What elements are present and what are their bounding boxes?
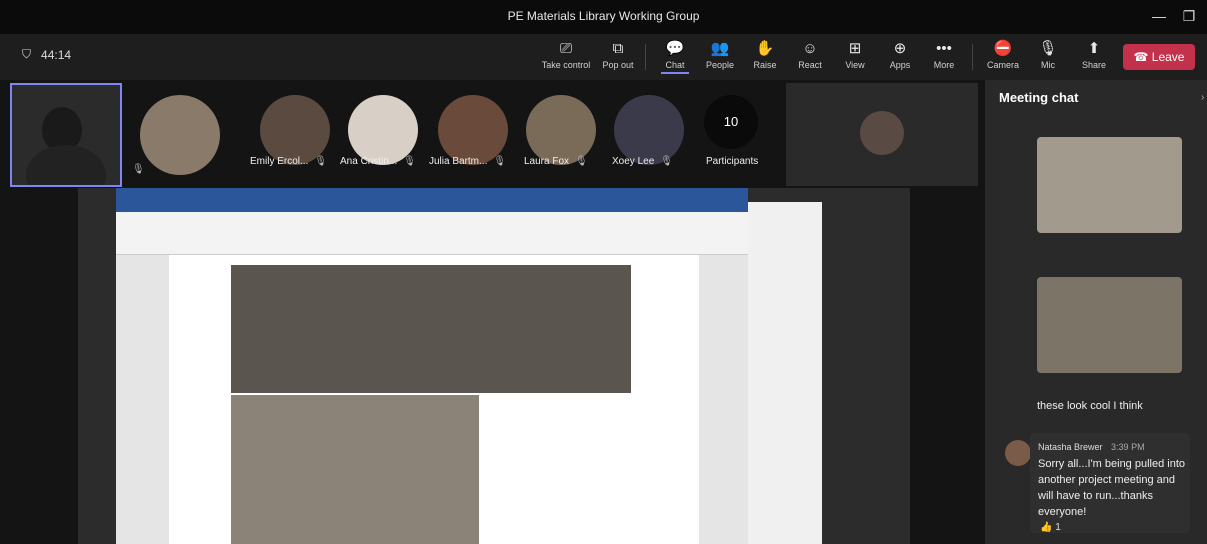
mic-off-icon: 🎙: [132, 164, 145, 175]
self-video-tile[interactable]: [10, 83, 122, 187]
mic-off-icon: 🎙: [403, 156, 416, 167]
chat-icon: 💬: [665, 40, 685, 57]
maximize-icon[interactable]: ❐: [1176, 4, 1202, 28]
hand-icon: ✋: [755, 40, 775, 57]
pop-out-button[interactable]: ⧉ Pop out: [596, 38, 640, 70]
meeting-toolbar: ⛉ 44:14 ⎚ Take control ⧉ Pop out 💬 Chat 👥 Pe…: [0, 34, 1207, 80]
chat-message: these look cool I think: [1037, 400, 1143, 412]
document-image: [231, 395, 479, 544]
take-control-button[interactable]: ⎚ Take control: [542, 38, 591, 70]
mic-off-icon: 🎙: [1038, 40, 1058, 57]
meeting-title: PE Materials Library Working Group: [507, 9, 700, 23]
chat-image[interactable]: [1037, 137, 1182, 233]
chat-image[interactable]: [1037, 277, 1182, 373]
participant-avatar[interactable]: [140, 95, 220, 175]
meeting-timer: ⛉ 44:14: [22, 47, 71, 62]
pop-out-icon: ⧉: [612, 40, 624, 57]
mic-off-icon: 🎙: [660, 156, 673, 167]
participant-avatar[interactable]: [348, 95, 418, 165]
chat-sender: Natasha Brewer 3:39 PM: [1038, 442, 1145, 452]
reaction-badge[interactable]: 👍 1: [1040, 522, 1061, 533]
participant-name: Xoey Lee 🎙: [612, 156, 673, 167]
mic-off-icon: 🎙: [575, 156, 588, 167]
minimize-icon[interactable]: —: [1146, 4, 1172, 28]
screen-icon: ⎚: [559, 40, 572, 57]
participants-label: Participants: [706, 156, 759, 167]
participant-avatar[interactable]: [526, 95, 596, 165]
title-bar: PE Materials Library Working Group — ❐: [0, 0, 1207, 34]
word-ribbon: [116, 212, 748, 255]
background-window: [748, 202, 822, 544]
participant-avatar[interactable]: [438, 95, 508, 165]
document-image: [231, 265, 631, 393]
more-button[interactable]: ••• More: [922, 38, 966, 70]
grid-icon: ⊞: [848, 40, 862, 57]
document-page: [169, 255, 699, 544]
participant-avatar[interactable]: [260, 95, 330, 165]
thumbs-up-icon: 👍: [1040, 522, 1053, 533]
phone-icon: ☎: [1133, 50, 1152, 64]
participant-name: Julia Bartm... 🎙: [429, 156, 507, 167]
participant-name: Emily Ercol... 🎙: [250, 156, 328, 167]
mic-off-icon: 🎙: [493, 156, 507, 167]
participant-name: Laura Fox 🎙: [524, 156, 588, 167]
message-time: 3:39 PM: [1111, 442, 1145, 452]
mic-off-icon: 🎙: [314, 156, 328, 167]
smiley-icon: ☺: [802, 40, 818, 57]
avatar: [1005, 440, 1031, 466]
participant-avatar[interactable]: [614, 95, 684, 165]
elapsed-time: 44:14: [41, 47, 72, 62]
participant-name: Ana Cristin... 🎙: [340, 156, 416, 167]
chat-message-text: Sorry all...I'm being pulled into anothe…: [1038, 458, 1186, 518]
participant-video-tile[interactable]: [786, 83, 978, 186]
camera-off-icon: ⛔: [993, 40, 1013, 57]
self-body: [26, 145, 106, 185]
share-button[interactable]: ⬆ Share: [1072, 38, 1116, 70]
shield-icon: ⛉: [22, 47, 32, 61]
shared-word-document: [116, 188, 748, 544]
participant-avatar: [860, 111, 904, 155]
chevron-right-icon[interactable]: ›: [1201, 92, 1204, 103]
chat-title: Meeting chat: [999, 90, 1079, 105]
word-ribbon-tabs: [116, 202, 748, 212]
share-icon: ⬆: [1087, 40, 1101, 57]
participant-count-bubble[interactable]: 10: [704, 95, 758, 149]
word-title-bar: [116, 188, 748, 202]
leave-button[interactable]: ☎ Leave: [1123, 44, 1195, 70]
people-icon: 👥: [710, 40, 730, 57]
plus-box-icon: ⊕: [893, 40, 907, 57]
ellipsis-icon: •••: [936, 40, 952, 57]
